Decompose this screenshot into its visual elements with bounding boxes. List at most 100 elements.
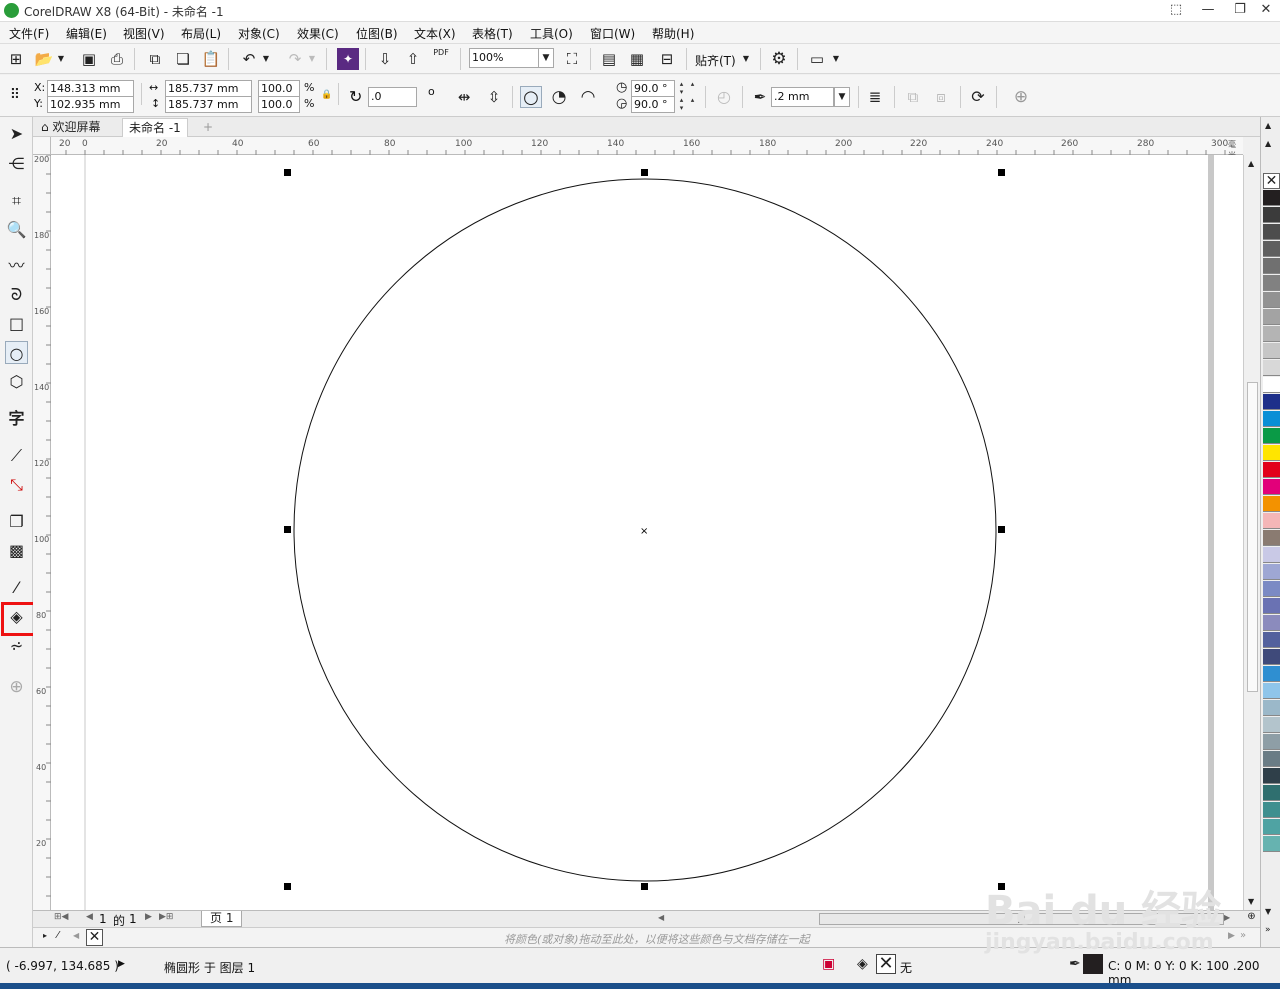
doc-palette-eyedropper-icon[interactable]: ⁄ xyxy=(57,930,59,941)
palette-swatch[interactable] xyxy=(1263,479,1280,495)
y-position-field[interactable]: 102.935 mm xyxy=(47,96,134,113)
mirror-horizontal-icon[interactable]: ⇹ xyxy=(453,86,475,108)
palette-swatch[interactable] xyxy=(1263,513,1280,529)
palette-swatch[interactable] xyxy=(1263,530,1280,546)
menu-tools[interactable]: 工具(O) xyxy=(530,25,573,42)
zoom-dropdown-icon[interactable]: ▼ xyxy=(538,48,554,68)
palette-swatch[interactable] xyxy=(1263,377,1280,393)
palette-swatch[interactable] xyxy=(1263,632,1280,648)
full-screen-icon[interactable]: ⛶ xyxy=(561,48,583,70)
palette-swatch[interactable] xyxy=(1263,734,1280,750)
customize-toolbox-icon[interactable]: ⊕ xyxy=(5,676,28,699)
palette-swatch[interactable] xyxy=(1263,190,1280,206)
drawing-canvas[interactable]: × xyxy=(51,155,1243,910)
parallel-dimension-icon[interactable]: ⟋ xyxy=(5,444,28,467)
minimize-button[interactable]: — xyxy=(1192,0,1224,22)
new-document-icon[interactable]: ⊞ xyxy=(5,48,27,70)
freehand-tool-icon[interactable]: 〰 xyxy=(5,254,28,277)
palette-swatch[interactable] xyxy=(1263,326,1280,342)
paste-icon[interactable]: 📋 xyxy=(200,48,222,70)
menu-layout[interactable]: 布局(L) xyxy=(181,25,221,42)
polygon-tool-icon[interactable]: ⬡ xyxy=(5,370,28,393)
palette-swatch[interactable] xyxy=(1263,683,1280,699)
pie-mode-icon[interactable]: ◔ xyxy=(548,86,570,108)
zoom-tool-icon[interactable]: 🔍 xyxy=(5,218,28,241)
palette-expand-icon[interactable]: » xyxy=(1265,925,1271,935)
palette-swatch[interactable] xyxy=(1263,462,1280,478)
open-dropdown-icon[interactable]: ▼ xyxy=(55,48,67,70)
add-property-icon[interactable]: ⊕ xyxy=(1010,86,1032,108)
redo-icon[interactable]: ↷ xyxy=(284,48,306,70)
menu-edit[interactable]: 编辑(E) xyxy=(66,25,107,42)
artistic-media-icon[interactable]: ᘐ xyxy=(5,283,28,306)
status-arrow-icon[interactable]: ▶ xyxy=(118,959,125,969)
palette-swatch[interactable] xyxy=(1263,496,1280,512)
palette-swatch[interactable] xyxy=(1263,751,1280,767)
help-window-button[interactable]: ⬚ xyxy=(1160,0,1192,22)
rotation-angle-field[interactable]: .0 xyxy=(368,87,417,107)
palette-swatch[interactable] xyxy=(1263,768,1280,784)
text-tool-icon[interactable]: 字 xyxy=(5,407,28,430)
rectangle-tool-icon[interactable]: □ xyxy=(5,312,28,335)
zoom-level-field[interactable]: 100% xyxy=(469,48,539,68)
search-content-icon[interactable]: ✦ xyxy=(337,48,359,70)
publish-pdf-icon[interactable]: PDF xyxy=(430,48,452,70)
tab-document[interactable]: 未命名 -1 xyxy=(122,118,188,137)
show-rulers-icon[interactable]: ▤ xyxy=(598,48,620,70)
no-color-swatch[interactable]: ✕ xyxy=(1263,173,1280,189)
palette-swatch[interactable] xyxy=(1263,598,1280,614)
cut-icon[interactable]: ⧉ xyxy=(144,48,166,70)
navigator-icon[interactable]: ⊕ xyxy=(1243,910,1260,927)
menu-bitmap[interactable]: 位图(B) xyxy=(356,25,398,42)
lock-ratio-icon[interactable]: 🔒 xyxy=(321,90,332,100)
transparency-icon[interactable]: ▩ xyxy=(5,539,28,562)
start-angle-spinner[interactable]: ▴ ▾ xyxy=(677,80,686,96)
import-icon[interactable]: ⇩ xyxy=(374,48,396,70)
connector-tool-icon[interactable]: ⤡ xyxy=(5,473,28,496)
palette-swatch[interactable] xyxy=(1263,241,1280,257)
vertical-ruler[interactable]: 200 180 160 140 120 100 80 60 40 20 xyxy=(33,155,51,910)
palette-swatch[interactable] xyxy=(1263,292,1280,308)
snap-to-dropdown[interactable]: 贴齐(T) xyxy=(695,52,736,69)
close-button[interactable]: ✕ xyxy=(1250,0,1280,22)
palette-swatch[interactable] xyxy=(1263,802,1280,818)
palette-swatch[interactable] xyxy=(1263,717,1280,733)
doc-palette-scroll-left-icon[interactable]: ◀ xyxy=(73,931,79,940)
palette-swatch[interactable] xyxy=(1263,411,1280,427)
scale-width-field[interactable]: 100.0 xyxy=(258,80,300,97)
show-guidelines-icon[interactable]: ⊟ xyxy=(656,48,678,70)
menu-view[interactable]: 视图(V) xyxy=(123,25,165,42)
add-tab-button[interactable]: + xyxy=(197,118,219,137)
undo-dropdown-icon[interactable]: ▼ xyxy=(260,48,272,70)
outline-width-dropdown-icon[interactable]: ▼ xyxy=(834,87,850,107)
doc-palette-scroll-right-icon[interactable]: ▶ xyxy=(1228,931,1235,941)
doc-palette-no-color-icon[interactable]: ✕ xyxy=(86,929,103,946)
palette-swatch[interactable] xyxy=(1263,428,1280,444)
menu-object[interactable]: 对象(C) xyxy=(238,25,280,42)
start-angle-dir-icon[interactable]: ▴ xyxy=(688,80,697,96)
application-launcher-icon[interactable]: ▭ xyxy=(806,48,828,70)
menu-window[interactable]: 窗口(W) xyxy=(590,25,635,42)
palette-swatch[interactable] xyxy=(1263,207,1280,223)
palette-swatch[interactable] xyxy=(1263,224,1280,240)
change-direction-icon[interactable]: ◴ xyxy=(713,86,735,108)
open-folder-icon[interactable]: 📂 xyxy=(33,48,55,70)
start-angle-field[interactable]: 90.0 ° xyxy=(631,80,675,97)
h-scroll-right-icon[interactable]: ▶ xyxy=(1224,913,1230,922)
menu-effects[interactable]: 效果(C) xyxy=(297,25,339,42)
tab-welcome[interactable]: ⌂ 欢迎屏幕 xyxy=(35,118,106,137)
palette-swatch[interactable] xyxy=(1263,360,1280,376)
smart-fill-icon[interactable]: ⩫ xyxy=(5,634,28,657)
menu-table[interactable]: 表格(T) xyxy=(472,25,513,42)
crop-tool-icon[interactable]: ⌗ xyxy=(5,189,28,212)
width-field[interactable]: 185.737 mm xyxy=(165,80,252,97)
palette-swatch[interactable] xyxy=(1263,836,1280,852)
print-icon[interactable]: ⎙ xyxy=(106,48,128,70)
first-page-icon[interactable]: ⊞◀ xyxy=(54,912,68,922)
scroll-down-icon[interactable]: ▼ xyxy=(1248,897,1254,906)
end-angle-spinner[interactable]: ▴ ▾ xyxy=(677,96,686,112)
scroll-up-icon[interactable]: ▲ xyxy=(1248,159,1254,168)
object-origin-icon[interactable]: ⠿ xyxy=(4,84,26,106)
next-page-icon[interactable]: ▶ xyxy=(145,912,152,922)
palette-swatch[interactable] xyxy=(1263,445,1280,461)
